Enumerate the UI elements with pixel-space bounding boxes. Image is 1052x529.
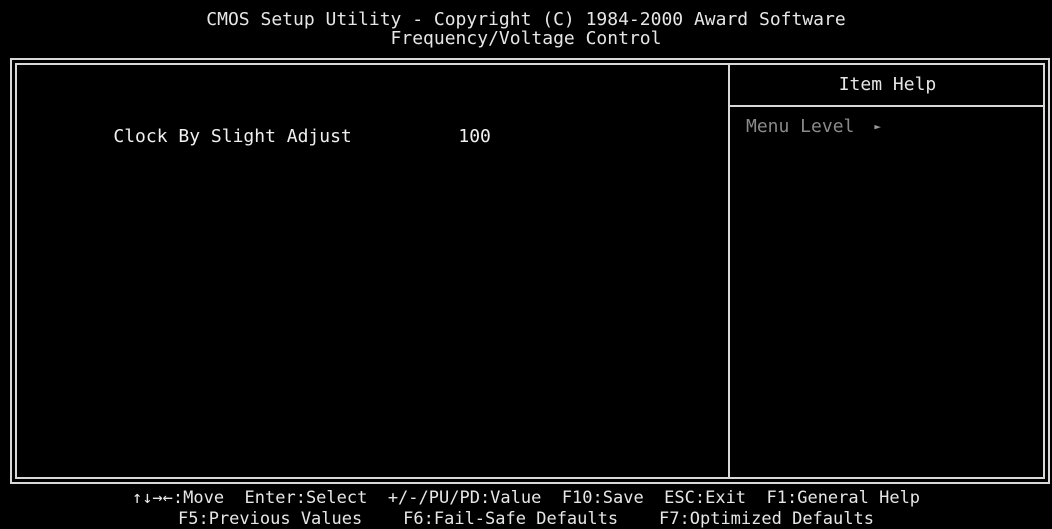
menu-level-label: Menu Level (746, 116, 855, 137)
help-title-divider (728, 105, 1045, 107)
setting-value[interactable]: 100 (458, 126, 491, 148)
page-title: CMOS Setup Utility - Copyright (C) 1984-… (206, 9, 846, 30)
setting-row-clock-by-slight-adjust[interactable]: Clock By Slight Adjust 100 (70, 104, 491, 170)
key-help-line-2: F5:Previous Values F6:Fail-Safe Defaults… (178, 509, 874, 529)
item-help-title: Item Help (838, 74, 937, 95)
page-subtitle: Frequency/Voltage Control (390, 28, 662, 49)
bios-screen: CMOS Setup Utility - Copyright (C) 1984-… (0, 0, 1052, 529)
panel-divider-vertical (728, 63, 730, 479)
menu-level-arrow-icon: ► (874, 120, 881, 133)
key-help-line-1: ↑↓→←:Move Enter:Select +/-/PU/PD:Value F… (131, 488, 921, 508)
setting-label: Clock By Slight Adjust (113, 126, 352, 147)
item-help-body: Menu Level ► (746, 116, 881, 138)
